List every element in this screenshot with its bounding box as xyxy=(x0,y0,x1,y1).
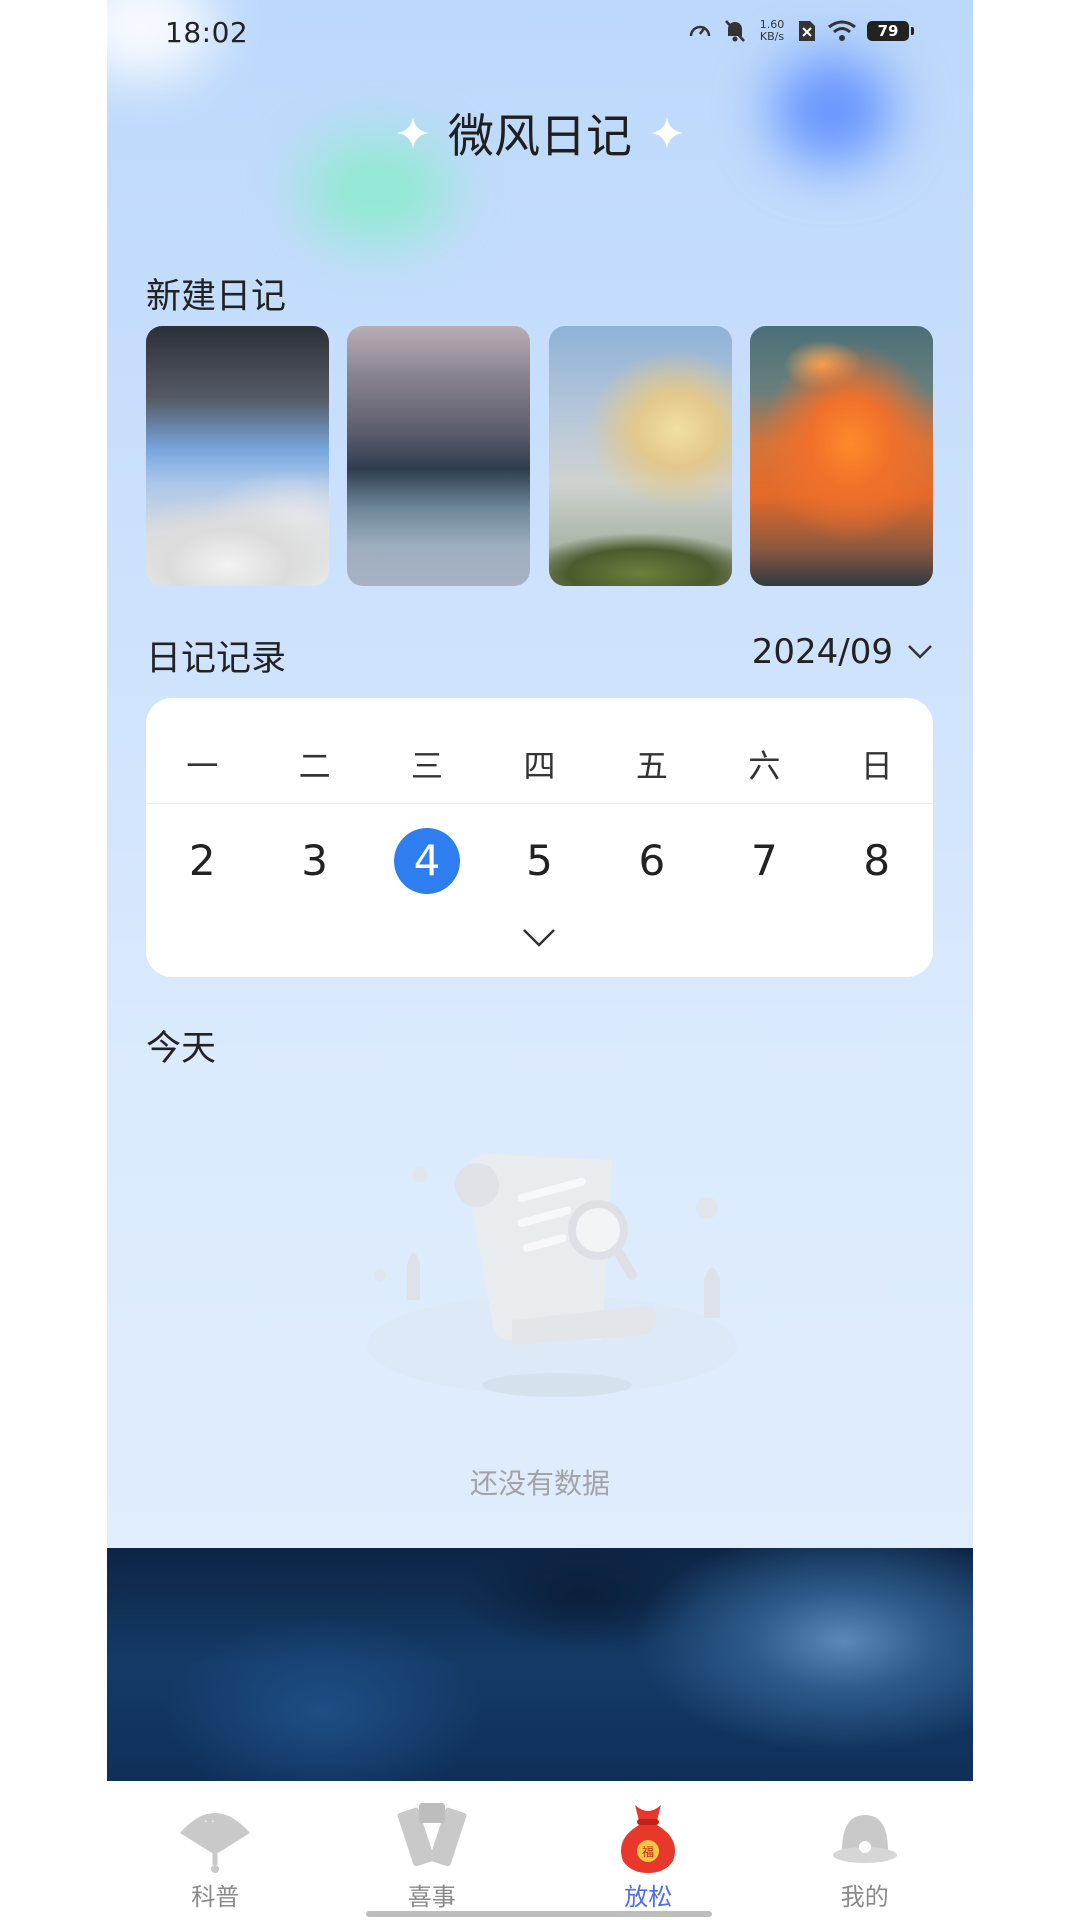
weekday-label: 五 xyxy=(635,747,668,785)
diary-records-label: 日记记录 xyxy=(146,639,287,679)
calendar-days: 2 3 4 5 6 7 8 xyxy=(146,828,933,894)
weekday-label: 二 xyxy=(298,747,331,785)
tab-science[interactable]: · · 科普 xyxy=(107,1781,324,1920)
calendar-day[interactable]: 6 xyxy=(619,828,685,894)
stormy-sky-card[interactable] xyxy=(146,326,329,586)
ocean-banner-image[interactable] xyxy=(107,1548,973,1781)
weekday-label: 四 xyxy=(523,747,556,785)
network-speed: 1.60 KB/s xyxy=(757,19,787,43)
status-time: 18:02 xyxy=(165,16,249,49)
new-diary-cards xyxy=(146,326,933,586)
calendar-day-selected[interactable]: 4 xyxy=(394,828,461,894)
lucky-bag-icon: 福 xyxy=(621,1805,676,1873)
month-picker[interactable]: 2024/09 xyxy=(752,632,933,672)
weekday-label: 日 xyxy=(860,747,893,785)
tab-mine[interactable]: 我的 xyxy=(757,1781,974,1920)
tab-label: 我的 xyxy=(840,1883,889,1911)
rainbow-clouds-card[interactable] xyxy=(548,326,732,586)
app-screen: 18:02 1.60 KB/s 79 微风日记 新建日记 日记记录 2024/0… xyxy=(107,0,973,1920)
calendar-day[interactable]: 8 xyxy=(844,828,910,894)
svg-text:· ·: · · xyxy=(204,1815,215,1828)
speed-meter-icon xyxy=(689,25,711,37)
tab-label: 科普 xyxy=(191,1883,240,1911)
weekday-label: 六 xyxy=(748,747,781,785)
new-diary-label: 新建日记 xyxy=(146,277,287,317)
sunset-clouds-card[interactable] xyxy=(749,326,933,586)
calendar-day[interactable]: 5 xyxy=(506,828,572,894)
tab-relax[interactable]: 福 放松 xyxy=(540,1781,757,1920)
month-value: 2024/09 xyxy=(751,632,893,672)
calendar-day[interactable]: 7 xyxy=(731,828,797,894)
tab-label: 放松 xyxy=(624,1883,673,1911)
status-icons: 1.60 KB/s 79 xyxy=(687,18,914,44)
calendar-day[interactable]: 3 xyxy=(282,828,348,894)
chevron-down-icon xyxy=(908,645,932,659)
sparkle-icon xyxy=(651,117,684,149)
page-title: 微风日记 xyxy=(448,109,632,163)
today-label: 今天 xyxy=(146,1029,217,1069)
profile-icon xyxy=(832,1815,897,1863)
fan-icon: · · xyxy=(180,1813,251,1873)
couplets-icon xyxy=(397,1803,467,1867)
battery-icon: 79 xyxy=(867,21,914,41)
tab-label: 喜事 xyxy=(407,1883,456,1911)
network-speed-unit: KB/s xyxy=(759,30,785,43)
expand-calendar-icon[interactable] xyxy=(521,926,557,950)
weekday-label: 一 xyxy=(186,747,219,785)
svg-text:福: 福 xyxy=(642,1844,654,1859)
header: 微风日记 xyxy=(107,100,973,166)
calendar-day[interactable]: 2 xyxy=(169,828,235,894)
tab-happy-events[interactable]: 喜事 xyxy=(324,1781,541,1920)
bell-muted-icon xyxy=(725,20,745,42)
sim-x-icon xyxy=(799,21,815,41)
wifi-icon xyxy=(828,20,856,41)
empty-state-text: 还没有数据 xyxy=(469,1467,610,1500)
sparkle-icon xyxy=(396,117,429,149)
empty-state-illustration xyxy=(367,1154,737,1397)
status-bar: 18:02 1.60 KB/s 79 xyxy=(107,16,973,56)
bottom-tab-bar: · · 科普 喜事 福 放松 我的 xyxy=(107,1781,973,1920)
week-calendar: 一 二 三 四 五 六 日 2 3 4 5 6 7 8 xyxy=(146,698,933,977)
weekday-header: 一 二 三 四 五 六 日 xyxy=(146,698,933,804)
glitter-surface-card[interactable] xyxy=(347,326,531,586)
weekday-label: 三 xyxy=(411,747,444,785)
home-indicator[interactable] xyxy=(366,1911,712,1917)
